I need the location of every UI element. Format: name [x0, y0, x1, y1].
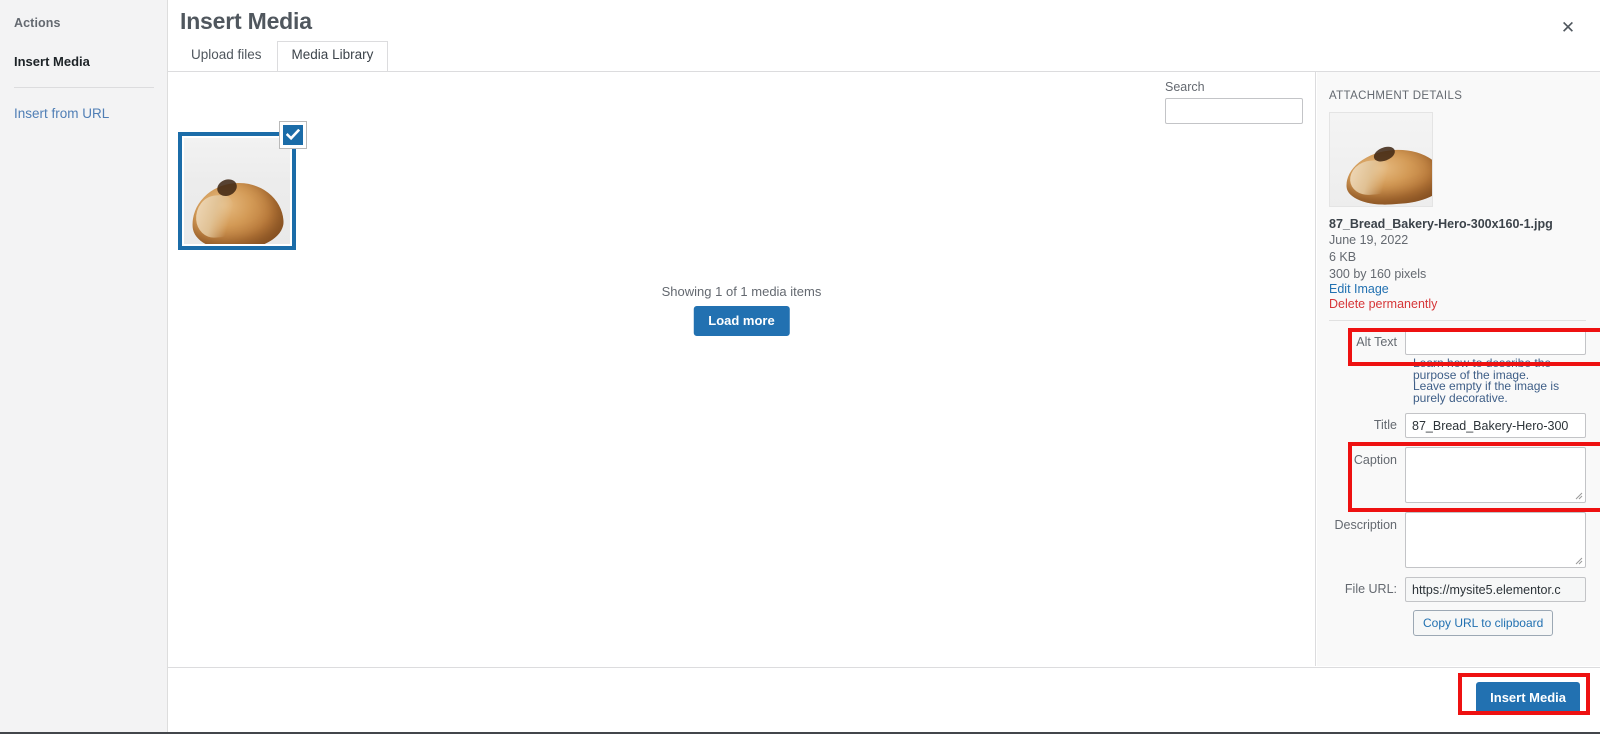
attachment-filename: 87_Bread_Bakery-Hero-300x160-1.jpg	[1329, 217, 1553, 231]
load-more-button[interactable]: Load more	[693, 306, 790, 336]
modal-footer-toolbar: Insert Media	[168, 667, 1600, 733]
copy-url-button[interactable]: Copy URL to clipboard	[1413, 610, 1554, 636]
delete-permanently-link[interactable]: Delete permanently	[1329, 297, 1586, 312]
attachment-preview	[1329, 112, 1586, 207]
alt-text-input[interactable]	[1405, 330, 1586, 355]
media-count-status: Showing 1 of 1 media items	[661, 284, 822, 299]
attachment-preview-image	[1329, 112, 1433, 207]
file-url-input[interactable]	[1405, 577, 1586, 602]
edit-image-link[interactable]: Edit Image	[1329, 282, 1586, 297]
caption-row: Caption	[1329, 447, 1586, 503]
tabs-underline	[168, 71, 1600, 72]
alt-text-helper-link[interactable]: Learn how to describe the purpose of the…	[1413, 357, 1563, 404]
attachment-date: June 19, 2022	[1329, 233, 1409, 247]
media-router-tabs: Upload files Media Library	[176, 41, 389, 71]
checkmark-icon[interactable]	[280, 122, 306, 148]
bread-loaf-graphic-preview	[1344, 146, 1432, 206]
sidebar-item-insert-media[interactable]: Insert Media	[14, 54, 151, 69]
attachments-grid	[178, 122, 306, 250]
tab-media-library[interactable]: Media Library	[276, 41, 389, 71]
caption-label: Caption	[1353, 453, 1397, 467]
file-url-row: File URL:	[1329, 577, 1586, 602]
description-label: Description	[1334, 518, 1397, 532]
alt-text-row: Alt Text	[1329, 330, 1586, 355]
insert-media-button[interactable]: Insert Media	[1476, 682, 1580, 714]
details-divider	[1329, 320, 1586, 321]
attachment-item[interactable]	[178, 122, 306, 250]
file-url-label: File URL:	[1344, 582, 1397, 596]
insert-media-modal: Actions Insert Media Insert from URL Ins…	[0, 0, 1600, 734]
description-textarea[interactable]	[1405, 512, 1586, 568]
description-row: Description	[1329, 512, 1586, 568]
sidebar-item-insert-from-url[interactable]: Insert from URL	[14, 106, 151, 121]
title-input[interactable]	[1405, 413, 1586, 438]
search-input[interactable]	[1165, 98, 1303, 124]
caption-textarea[interactable]	[1405, 447, 1586, 503]
attachments-browser: Search Showing 1 of 1 media items Load m…	[168, 72, 1316, 666]
alt-text-label: Alt Text	[1356, 335, 1397, 349]
search-field-group: Search	[1165, 80, 1303, 124]
bread-loaf-graphic	[190, 179, 286, 244]
attachment-thumbnail-image	[184, 138, 290, 244]
page-title: Insert Media	[180, 8, 312, 34]
title-label: Title	[1373, 418, 1397, 432]
attachment-dimensions: 300 by 160 pixels	[1329, 267, 1427, 281]
sidebar-divider	[14, 87, 154, 88]
attachment-details-panel: ATTACHMENT DETAILS 87_Bread_Bakery-Hero-…	[1317, 72, 1600, 666]
attachment-filesize: 6 KB	[1329, 250, 1357, 264]
attachment-details-heading: ATTACHMENT DETAILS	[1329, 90, 1463, 102]
close-icon[interactable]: ✕	[1548, 8, 1588, 48]
title-row: Title	[1329, 413, 1586, 438]
search-label: Search	[1165, 80, 1205, 94]
sidebar-heading: Actions	[14, 16, 61, 30]
attachment-thumbnail-frame	[178, 132, 296, 250]
tab-upload-files[interactable]: Upload files	[176, 41, 277, 70]
modal-actions-sidebar: Actions Insert Media Insert from URL	[0, 0, 168, 734]
